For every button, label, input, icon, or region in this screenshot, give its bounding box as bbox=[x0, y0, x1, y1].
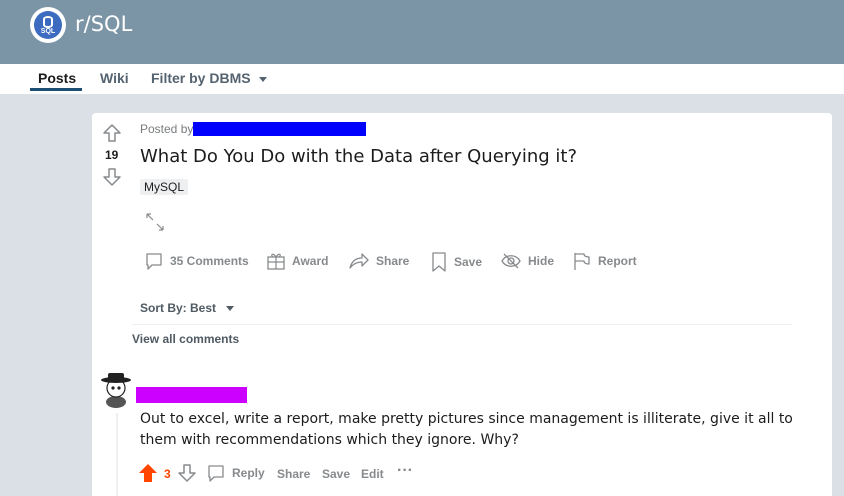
caret-down-icon bbox=[258, 76, 267, 82]
comment-icon bbox=[208, 465, 224, 482]
post-card: 19 Posted by What Do You Do with the Dat… bbox=[92, 113, 832, 496]
share-label: Share bbox=[376, 254, 410, 268]
downvote-icon[interactable] bbox=[177, 463, 197, 483]
avatar[interactable] bbox=[98, 370, 134, 408]
view-all-comments-link[interactable]: View all comments bbox=[132, 332, 239, 346]
more-options-icon[interactable]: ··· bbox=[397, 462, 413, 480]
save-icon bbox=[432, 252, 446, 272]
comment-edit-button[interactable]: Edit bbox=[361, 467, 384, 481]
redacted-username[interactable] bbox=[193, 122, 366, 136]
active-tab-indicator bbox=[30, 88, 82, 91]
report-icon bbox=[574, 253, 590, 270]
section-divider bbox=[132, 324, 792, 325]
comment-share-button[interactable]: Share bbox=[277, 467, 310, 481]
posted-by-label: Posted by bbox=[140, 122, 194, 136]
sql-subreddit-icon[interactable]: SQL bbox=[30, 7, 66, 43]
award-button[interactable]: Award bbox=[266, 251, 328, 271]
sort-label: Sort By: Best bbox=[140, 301, 217, 315]
expand-icon[interactable] bbox=[145, 212, 165, 232]
save-label: Save bbox=[454, 255, 483, 269]
upvote-icon[interactable] bbox=[138, 463, 158, 483]
comments-count-label: 35 Comments bbox=[170, 254, 249, 268]
report-button[interactable]: Report bbox=[572, 251, 637, 271]
comment-body: Out to excel, write a report, make prett… bbox=[140, 411, 793, 448]
post-flair[interactable]: MySQL bbox=[140, 179, 189, 195]
subreddit-nav: Posts Wiki Filter by DBMS bbox=[0, 64, 844, 94]
subreddit-name[interactable]: r/SQL bbox=[75, 12, 132, 36]
award-label: Award bbox=[292, 254, 329, 268]
tab-posts[interactable]: Posts bbox=[38, 70, 76, 86]
comment-save-button[interactable]: Save bbox=[322, 467, 350, 481]
report-label: Report bbox=[598, 254, 637, 268]
subreddit-banner: SQL r/SQL bbox=[0, 0, 844, 64]
post-vote-count: 19 bbox=[105, 148, 119, 162]
award-icon bbox=[267, 253, 285, 270]
tab-filter-label: Filter by DBMS bbox=[151, 70, 251, 86]
post-title[interactable]: What Do You Do with the Data after Query… bbox=[140, 146, 577, 167]
comment-thread-line[interactable] bbox=[116, 413, 118, 496]
caret-down-icon bbox=[226, 306, 235, 312]
tab-filter-dbms[interactable]: Filter by DBMS bbox=[151, 70, 267, 86]
subreddit-icon-label: SQL bbox=[39, 28, 57, 35]
comment-icon bbox=[146, 253, 162, 270]
comment-vote-count: 3 bbox=[164, 467, 171, 481]
reply-label: Reply bbox=[232, 466, 265, 480]
downvote-icon[interactable] bbox=[102, 167, 122, 187]
redacted-commenter-username[interactable] bbox=[136, 387, 247, 403]
sort-dropdown[interactable]: Sort By: Best bbox=[140, 301, 235, 315]
share-icon bbox=[349, 253, 369, 269]
hide-label: Hide bbox=[528, 254, 555, 268]
save-button[interactable]: Save bbox=[430, 251, 482, 273]
upvote-icon[interactable] bbox=[102, 123, 122, 143]
hide-icon bbox=[501, 253, 521, 269]
reply-button[interactable]: Reply bbox=[206, 463, 265, 483]
comments-button[interactable]: 35 Comments bbox=[144, 251, 249, 271]
share-button[interactable]: Share bbox=[348, 251, 409, 271]
tab-wiki[interactable]: Wiki bbox=[100, 70, 129, 86]
hide-button[interactable]: Hide bbox=[500, 251, 554, 271]
